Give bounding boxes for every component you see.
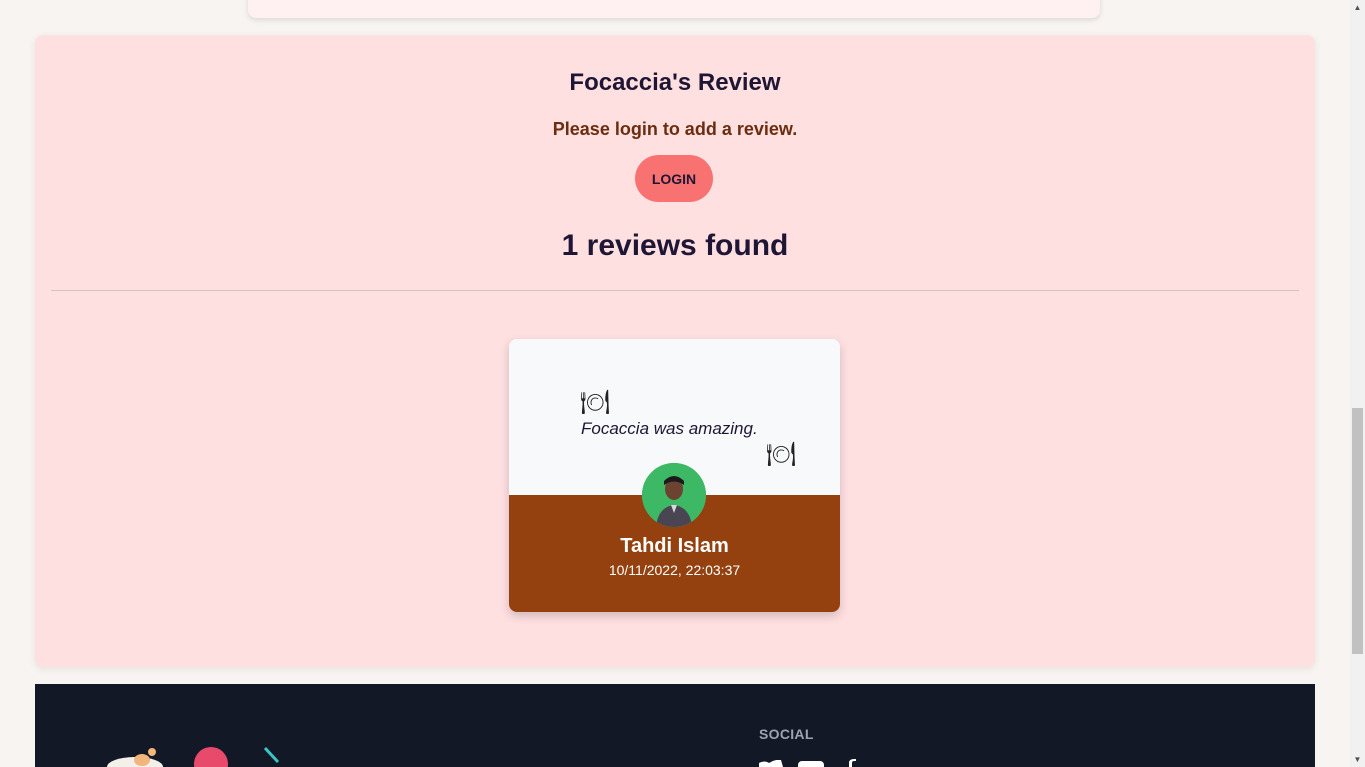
scroll-up-icon[interactable]: ▲ xyxy=(1350,0,1365,15)
review-date: 10/11/2022, 22:03:37 xyxy=(608,562,741,578)
footer-logo-illustration xyxy=(107,746,280,767)
footer: SOCIAL xyxy=(35,684,1315,767)
plate-cutlery-icon: 🍽 xyxy=(766,441,797,468)
review-card: 🍽 Focaccia was amazing. 🍽 Tahdi Islam 10… xyxy=(509,339,840,612)
review-section: Focaccia's Review Please login to add a … xyxy=(35,35,1315,667)
twitter-icon[interactable] xyxy=(759,760,783,767)
avatar xyxy=(642,463,706,527)
divider xyxy=(51,290,1299,291)
scroll-thumb[interactable] xyxy=(1352,408,1363,654)
scroll-down-icon[interactable]: ▼ xyxy=(1350,752,1365,767)
previous-card xyxy=(248,0,1100,18)
facebook-icon[interactable] xyxy=(845,759,857,767)
login-message: Please login to add a review. xyxy=(552,119,798,139)
review-text: Focaccia was amazing. xyxy=(581,419,758,438)
reviews-count: 1 reviews found xyxy=(561,229,789,262)
youtube-icon[interactable] xyxy=(798,761,824,767)
plate-cutlery-icon: 🍽 xyxy=(580,389,611,416)
scrollbar[interactable]: ▲ ▼ xyxy=(1350,0,1365,767)
login-button[interactable]: LOGIN xyxy=(635,155,713,202)
section-title: Focaccia's Review xyxy=(569,69,781,96)
reviewer-name: Tahdi Islam xyxy=(620,535,729,557)
social-label: SOCIAL xyxy=(759,726,814,742)
